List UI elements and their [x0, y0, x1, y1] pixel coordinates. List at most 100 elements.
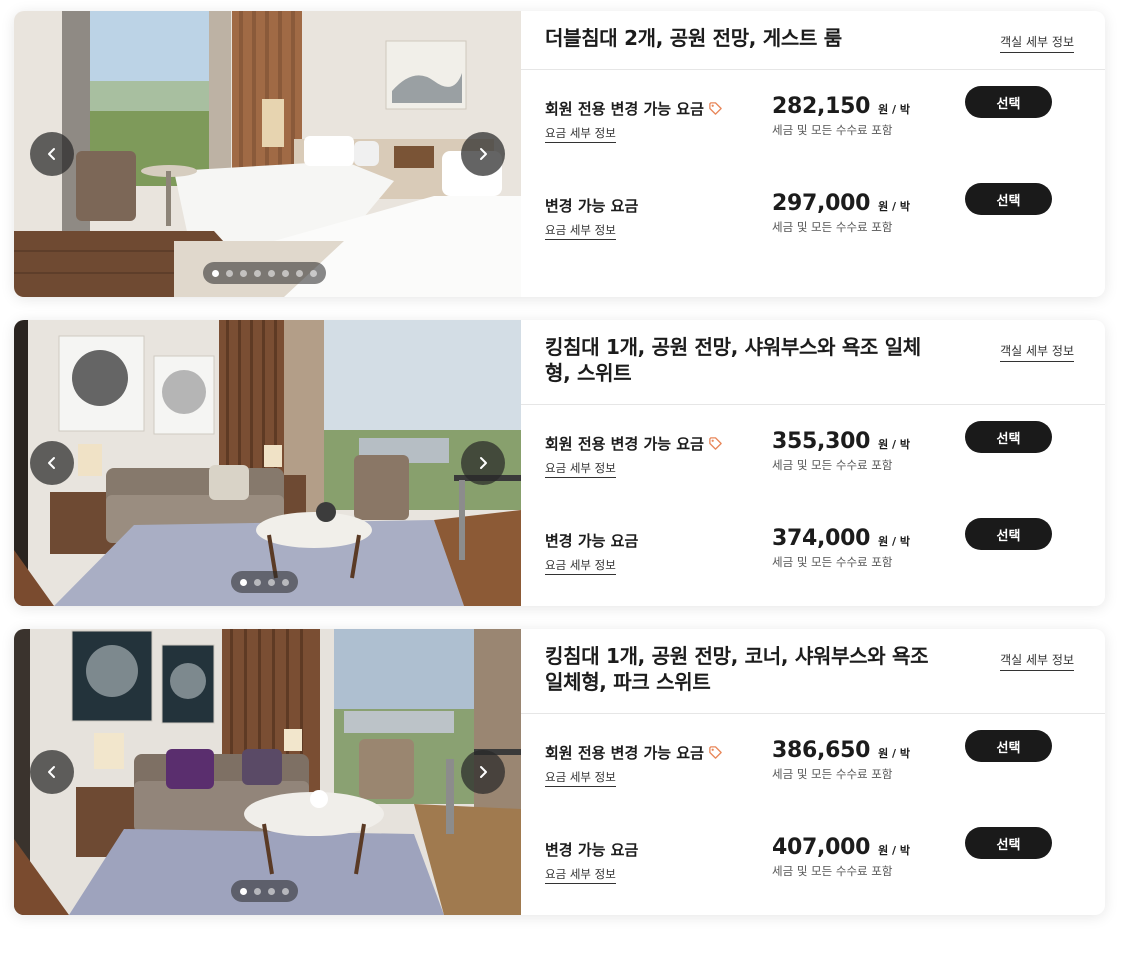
select-button[interactable]: 선택	[965, 183, 1052, 215]
chevron-right-icon	[480, 766, 487, 778]
gallery-next-button[interactable]	[461, 441, 505, 485]
gallery-dot[interactable]	[282, 887, 289, 895]
gallery-dot[interactable]	[212, 269, 219, 277]
rate-name: 회원 전용 변경 가능 요금	[545, 744, 704, 762]
price-unit: 원 / 박	[878, 747, 911, 760]
room-title: 킹침대 1개, 공원 전망, 코너, 샤워부스와 욕조 일체형, 파크 스위트	[545, 644, 929, 694]
rate-name: 회원 전용 변경 가능 요금	[545, 100, 704, 118]
price-amount: 297,000	[772, 191, 871, 216]
price-tag-icon	[709, 102, 722, 115]
gallery-prev-button[interactable]	[30, 441, 74, 485]
gallery-dot[interactable]	[268, 887, 275, 895]
gallery-dot[interactable]	[254, 887, 261, 895]
room-card: 더블침대 2개, 공원 전망, 게스트 룸 객실 세부 정보 회원 전용 변경 …	[14, 11, 1105, 297]
room-photo	[14, 11, 521, 297]
chevron-left-icon	[48, 457, 55, 469]
rate-option: 변경 가능 요금 요금 세부 정보 374,000 원 / 박 세금 및 모든 …	[521, 518, 1105, 590]
room-detail-link[interactable]: 객실 세부 정보	[1000, 342, 1074, 362]
gallery-next-button[interactable]	[461, 750, 505, 794]
rate-detail-link[interactable]: 요금 세부 정보	[545, 460, 616, 478]
room-detail-link[interactable]: 객실 세부 정보	[1000, 33, 1074, 53]
rate-name: 변경 가능 요금	[545, 841, 639, 859]
gallery-dot[interactable]	[268, 578, 275, 586]
price: 297,000 원 / 박	[772, 191, 910, 216]
rate-name: 회원 전용 변경 가능 요금	[545, 435, 704, 453]
rate-detail-link[interactable]: 요금 세부 정보	[545, 125, 616, 143]
room-photo-gallery[interactable]	[14, 11, 521, 297]
price: 407,000 원 / 박	[772, 835, 910, 860]
room-card: 킹침대 1개, 공원 전망, 코너, 샤워부스와 욕조 일체형, 파크 스위트 …	[14, 629, 1105, 915]
price-note: 세금 및 모든 수수료 포함	[772, 767, 893, 781]
rate-name: 변경 가능 요금	[545, 197, 639, 215]
room-title: 더블침대 2개, 공원 전망, 게스트 룸	[545, 26, 842, 50]
gallery-dot[interactable]	[240, 269, 247, 277]
price-note: 세금 및 모든 수수료 포함	[772, 458, 893, 472]
rate-option: 회원 전용 변경 가능 요금 요금 세부 정보 282,150 원 / 박 세금…	[521, 86, 1105, 158]
price: 282,150 원 / 박	[772, 94, 910, 119]
rate-name-row: 변경 가능 요금	[545, 839, 638, 860]
price-unit: 원 / 박	[878, 103, 911, 116]
chevron-left-icon	[48, 766, 55, 778]
gallery-dot[interactable]	[296, 269, 303, 277]
gallery-pagination	[231, 880, 298, 902]
gallery-dot[interactable]	[240, 887, 247, 895]
room-details: 킹침대 1개, 공원 전망, 코너, 샤워부스와 욕조 일체형, 파크 스위트 …	[521, 629, 1105, 915]
select-button[interactable]: 선택	[965, 730, 1052, 762]
gallery-dot[interactable]	[254, 269, 261, 277]
room-title: 킹침대 1개, 공원 전망, 샤워부스와 욕조 일체형, 스위트	[545, 335, 921, 385]
gallery-pagination	[231, 571, 298, 593]
divider	[521, 404, 1105, 405]
chevron-right-icon	[480, 457, 487, 469]
price-unit: 원 / 박	[878, 535, 911, 548]
gallery-dot[interactable]	[282, 269, 289, 277]
divider	[521, 69, 1105, 70]
rate-option: 변경 가능 요금 요금 세부 정보 297,000 원 / 박 세금 및 모든 …	[521, 183, 1105, 255]
select-button[interactable]: 선택	[965, 518, 1052, 550]
price-tag-icon	[709, 746, 722, 759]
rate-detail-link[interactable]: 요금 세부 정보	[545, 222, 616, 240]
select-button[interactable]: 선택	[965, 421, 1052, 453]
chevron-left-icon	[48, 148, 55, 160]
rate-option: 회원 전용 변경 가능 요금 요금 세부 정보 386,650 원 / 박 세금…	[521, 730, 1105, 802]
gallery-dot[interactable]	[310, 269, 317, 277]
room-card: 킹침대 1개, 공원 전망, 샤워부스와 욕조 일체형, 스위트 객실 세부 정…	[14, 320, 1105, 606]
rate-name-row: 회원 전용 변경 가능 요금	[545, 742, 723, 763]
gallery-next-button[interactable]	[461, 132, 505, 176]
price-amount: 386,650	[772, 738, 871, 763]
select-button[interactable]: 선택	[965, 86, 1052, 118]
rate-detail-link[interactable]: 요금 세부 정보	[545, 866, 616, 884]
gallery-prev-button[interactable]	[30, 750, 74, 794]
gallery-dot[interactable]	[254, 578, 261, 586]
room-photo-gallery[interactable]	[14, 320, 521, 606]
room-photo	[14, 629, 521, 915]
price-amount: 355,300	[772, 429, 871, 454]
price-unit: 원 / 박	[878, 200, 911, 213]
price-amount: 407,000	[772, 835, 871, 860]
chevron-right-icon	[480, 148, 487, 160]
select-button[interactable]: 선택	[965, 827, 1052, 859]
price: 374,000 원 / 박	[772, 526, 910, 551]
room-photo	[14, 320, 521, 606]
room-photo-gallery[interactable]	[14, 629, 521, 915]
rate-detail-link[interactable]: 요금 세부 정보	[545, 557, 616, 575]
gallery-dot[interactable]	[226, 269, 233, 277]
rate-option: 변경 가능 요금 요금 세부 정보 407,000 원 / 박 세금 및 모든 …	[521, 827, 1105, 899]
price: 386,650 원 / 박	[772, 738, 910, 763]
gallery-dot[interactable]	[282, 578, 289, 586]
price: 355,300 원 / 박	[772, 429, 910, 454]
rate-name-row: 변경 가능 요금	[545, 195, 638, 216]
room-details: 더블침대 2개, 공원 전망, 게스트 룸 객실 세부 정보 회원 전용 변경 …	[521, 11, 1105, 297]
gallery-dot[interactable]	[240, 578, 247, 586]
gallery-dot[interactable]	[268, 269, 275, 277]
room-detail-link[interactable]: 객실 세부 정보	[1000, 651, 1074, 671]
gallery-prev-button[interactable]	[30, 132, 74, 176]
rate-name-row: 변경 가능 요금	[545, 530, 638, 551]
price-note: 세금 및 모든 수수료 포함	[772, 220, 893, 234]
rate-detail-link[interactable]: 요금 세부 정보	[545, 769, 616, 787]
rate-name-row: 회원 전용 변경 가능 요금	[545, 98, 723, 119]
gallery-pagination	[203, 262, 326, 284]
rate-option: 회원 전용 변경 가능 요금 요금 세부 정보 355,300 원 / 박 세금…	[521, 421, 1105, 493]
price-amount: 374,000	[772, 526, 871, 551]
price-amount: 282,150	[772, 94, 871, 119]
room-details: 킹침대 1개, 공원 전망, 샤워부스와 욕조 일체형, 스위트 객실 세부 정…	[521, 320, 1105, 606]
